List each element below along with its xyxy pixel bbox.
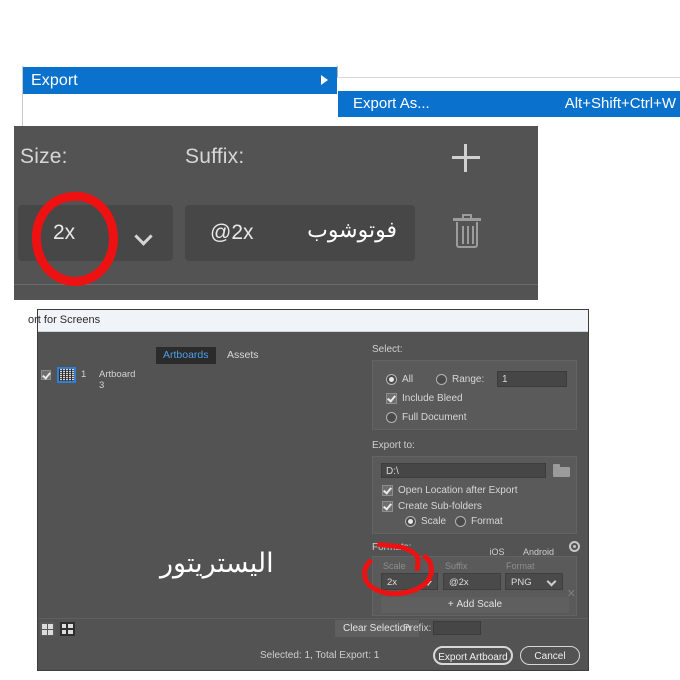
menu-item-export[interactable]: Export xyxy=(23,67,337,94)
trash-line-part xyxy=(462,226,464,244)
add-scale-label: Add Scale xyxy=(456,599,503,610)
list-cell xyxy=(68,624,73,628)
open-location-label: Open Location after Export xyxy=(398,485,518,496)
radio-subfolder-scale[interactable] xyxy=(405,516,416,527)
grid-cell xyxy=(48,624,53,629)
suffix-column-label: Suffix: xyxy=(185,145,245,168)
add-scale-plus-icon: + xyxy=(447,599,457,610)
artboard-thumbnail[interactable] xyxy=(57,367,76,383)
export-path-input[interactable]: D:\ xyxy=(381,463,546,478)
format-type-value: PNG xyxy=(511,577,532,588)
folder-icon[interactable] xyxy=(553,464,570,477)
cancel-button[interactable]: Cancel xyxy=(520,646,580,665)
radio-range-label: Range: xyxy=(452,374,485,385)
menu-item-export-as[interactable]: Export As... Alt+Shift+Ctrl+W xyxy=(338,91,680,117)
grid-cell xyxy=(48,630,53,635)
suffix-input-value: @2x xyxy=(210,221,254,244)
export-to-group: D:\ Open Location after Export Create Su… xyxy=(372,456,577,534)
select-section-label: Select: xyxy=(372,344,403,355)
add-scale-button[interactable]: + Add Scale xyxy=(381,597,569,613)
list-cell xyxy=(68,630,73,634)
artboard-number: 1 xyxy=(81,369,87,380)
folder-body-part xyxy=(553,467,570,477)
bottom-separator xyxy=(38,618,588,619)
list-cell xyxy=(62,624,66,628)
menu-overlay: Export Export As... Alt+Shift+Ctrl+W xyxy=(0,0,680,130)
prefix-label: Prefix: xyxy=(403,623,432,634)
illustrator-annotation-label: اليستريتور xyxy=(160,548,274,578)
dialog-titlebar: ort for Screens xyxy=(28,310,588,332)
chevron-down-icon xyxy=(136,229,151,244)
list-cell xyxy=(62,630,66,634)
trash-lid-part xyxy=(453,218,481,221)
grid-cell xyxy=(42,624,47,629)
submenu-arrow-icon xyxy=(321,75,328,85)
dialog-body: Artboards Assets 1 Artboard 3 Select: Al… xyxy=(38,332,588,670)
full-document-label: Full Document xyxy=(402,412,467,423)
photoshop-annotation-label: فوتوشوب xyxy=(307,217,397,242)
grid-cell xyxy=(42,630,47,635)
list-view-icon[interactable] xyxy=(60,622,75,636)
tab-assets[interactable]: Assets xyxy=(220,347,266,364)
plus-icon[interactable] xyxy=(452,144,480,172)
radio-all[interactable] xyxy=(386,374,397,385)
gear-icon[interactable] xyxy=(569,541,580,552)
formats-col-suffix-header: Suffix xyxy=(445,561,468,571)
range-input[interactable]: 1 xyxy=(497,371,567,387)
menu-item-export-as-shortcut: Alt+Shift+Ctrl+W xyxy=(564,95,676,112)
prefix-input[interactable] xyxy=(433,621,481,635)
grid-view-icon[interactable] xyxy=(40,622,55,636)
checkbox-include-bleed[interactable] xyxy=(386,393,397,404)
format-suffix-input[interactable]: @2x xyxy=(443,573,501,590)
artboard-checkbox[interactable] xyxy=(41,370,51,380)
radio-full-document[interactable] xyxy=(386,412,397,423)
chevron-down-icon xyxy=(548,578,556,586)
dialog-title: ort for Screens xyxy=(28,314,101,326)
suffix-input[interactable]: @2x فوتوشوب xyxy=(185,205,415,261)
checkbox-open-location[interactable] xyxy=(382,485,393,496)
create-subfolders-label: Create Sub-folders xyxy=(398,501,482,512)
size-column-label: Size: xyxy=(20,145,68,168)
subfolder-format-label: Format xyxy=(471,516,503,527)
include-bleed-label: Include Bleed xyxy=(402,393,463,404)
export-artboard-button[interactable]: Export Artboard xyxy=(433,646,513,665)
photoshop-panel-divider xyxy=(14,284,538,285)
subfolder-scale-label: Scale xyxy=(421,516,447,527)
pane-tabs: Artboards Assets xyxy=(156,345,266,364)
radio-range[interactable] xyxy=(436,374,447,385)
radio-subfolder-format[interactable] xyxy=(455,516,466,527)
format-suffix-value: @2x xyxy=(449,577,469,588)
export-for-screens-dialog: ort for Screens Artboards Assets 1 Artbo… xyxy=(28,310,588,670)
export-status-text: Selected: 1, Total Export: 1 xyxy=(260,650,380,661)
export-to-section-label: Export to: xyxy=(372,440,415,451)
select-group: All Range: 1 Include Bleed Full Document xyxy=(372,360,577,430)
format-type-dropdown[interactable]: PNG xyxy=(505,573,563,590)
formats-col-format-header: Format xyxy=(506,561,535,571)
artboard-name: Artboard 3 xyxy=(99,369,136,391)
trash-line-part xyxy=(472,226,474,244)
checkbox-create-subfolders[interactable] xyxy=(382,501,393,512)
radio-all-label: All xyxy=(402,374,414,385)
dialog-bottom-bar: Clear Selection Prefix: Selected: 1, Tot… xyxy=(38,618,588,670)
thumbnail-content xyxy=(59,369,74,381)
menu-item-export-as-label: Export As... xyxy=(353,95,430,112)
trash-icon[interactable] xyxy=(452,214,482,250)
tab-artboards[interactable]: Artboards xyxy=(156,347,216,364)
trash-line-part xyxy=(467,226,469,244)
menu-item-export-label: Export xyxy=(31,72,78,89)
